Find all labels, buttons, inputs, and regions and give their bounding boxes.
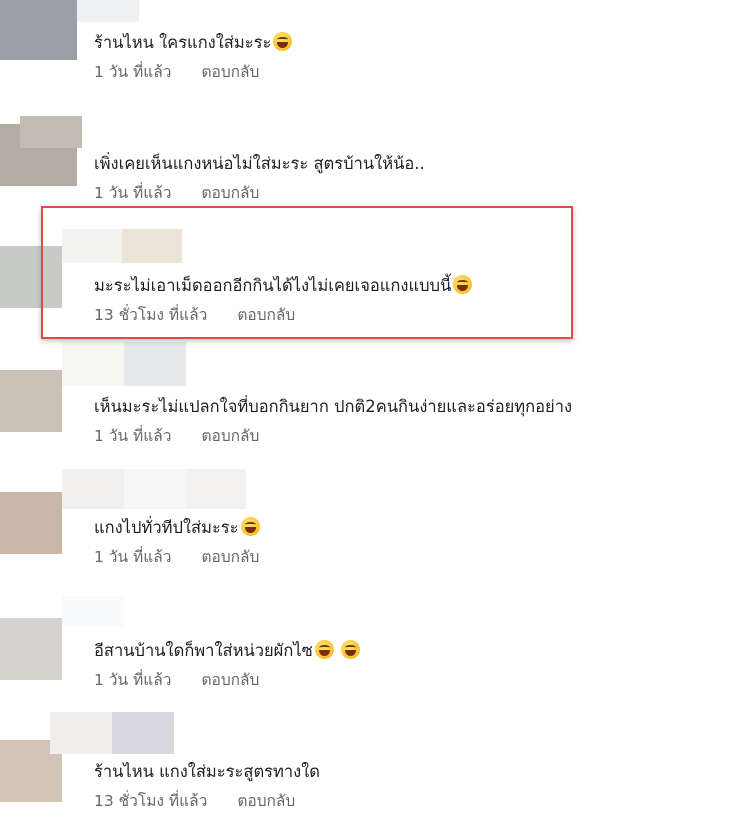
reply-button[interactable]: ตอบกลับ (237, 791, 295, 811)
comment-meta: 1 วัน ที่แล้ว ตอบกลับ (94, 426, 572, 446)
redacted-name (50, 712, 112, 754)
comment-text: ร้านไหน แกงใส่มะระสูตรทางใด (94, 762, 320, 781)
comment-text: ร้านไหน ใครแกงใส่มะระ (94, 32, 293, 54)
redacted-avatar (0, 0, 77, 60)
laughing-tears-icon (240, 517, 260, 536)
reply-button[interactable]: ตอบกลับ (201, 183, 259, 203)
comment-time[interactable]: 1 วัน ที่แล้ว (94, 62, 171, 82)
comment-text: เพิ่งเคยเห็นแกงหน่อไม่ใส่มะระ สูตรบ้านให… (94, 154, 425, 173)
highlight-annotation-box (41, 206, 573, 339)
comment-meta: 1 วัน ที่แล้ว ตอบกลับ (94, 547, 260, 567)
comment-meta: 1 วัน ที่แล้ว ตอบกลับ (94, 183, 425, 203)
redacted-avatar (0, 370, 62, 432)
redacted-name (124, 469, 186, 509)
redacted-name (77, 0, 139, 22)
comment-item: แกงไปทั่วทีปใส่มะระ 1 วัน ที่แล้ว ตอบกลับ (94, 517, 260, 567)
comment-thread: ร้านไหน ใครแกงใส่มะระ 1 วัน ที่แล้วตอบกล… (0, 0, 756, 816)
redacted-avatar (0, 618, 62, 680)
reply-button[interactable]: ตอบกลับ (201, 670, 259, 690)
comment-item: เห็นมะระไม่แปลกใจที่บอกกินยาก ปกติ2คนกิน… (94, 396, 572, 446)
redacted-avatar (0, 492, 62, 554)
redacted-name (62, 469, 124, 509)
redacted-name (62, 342, 124, 386)
laughing-tears-icon (314, 640, 334, 659)
comment-text: แกงไปทั่วทีปใส่มะระ (94, 517, 260, 539)
comment-meta: 1 วัน ที่แล้ว ตอบกลับ (94, 670, 360, 690)
reply-button[interactable]: ตอบกลับ (201, 426, 259, 446)
redacted-name (186, 469, 246, 509)
comment-meta: 13 ชั่วโมง ที่แล้ว ตอบกลับ (94, 791, 320, 811)
reply-button[interactable]: ตอบกลับ (201, 62, 259, 82)
comment-meta: 1 วัน ที่แล้ว ตอบกลับ (94, 62, 292, 82)
comment-text: เห็นมะระไม่แปลกใจที่บอกกินยาก ปกติ2คนกิน… (94, 397, 573, 416)
laughing-tears-icon (273, 32, 293, 51)
comment-time[interactable]: 13 ชั่วโมง ที่แล้ว (94, 791, 207, 811)
comment-item: ร้านไหน ใครแกงใส่มะระ 1 วัน ที่แล้ว ตอบกล… (94, 32, 293, 82)
redacted-name (112, 712, 174, 754)
reply-button[interactable]: ตอบกลับ (201, 547, 259, 567)
redacted-name (124, 342, 186, 386)
comment-text: อีสานบ้านใดก็พาใส่หน่วยผักไซ (94, 640, 361, 662)
redacted-name (20, 116, 82, 148)
comment-time[interactable]: 1 วัน ที่แล้ว (94, 670, 171, 690)
laughing-tears-icon (341, 640, 361, 659)
comment-item: อีสานบ้านใดก็พาใส่หน่วยผักไซ 1 วัน ที่แล… (94, 640, 361, 690)
comment-time[interactable]: 1 วัน ที่แล้ว (94, 183, 171, 203)
comment-item: เพิ่งเคยเห็นแกงหน่อไม่ใส่มะระ สูตรบ้านให… (94, 153, 425, 203)
comment-time[interactable]: 1 วัน ที่แล้ว (94, 426, 171, 446)
comment-time[interactable]: 1 วัน ที่แล้ว (94, 547, 171, 567)
redacted-name (62, 596, 124, 626)
comment-item: ร้านไหน แกงใส่มะระสูตรทางใด 13 ชั่วโมง ท… (94, 761, 320, 811)
